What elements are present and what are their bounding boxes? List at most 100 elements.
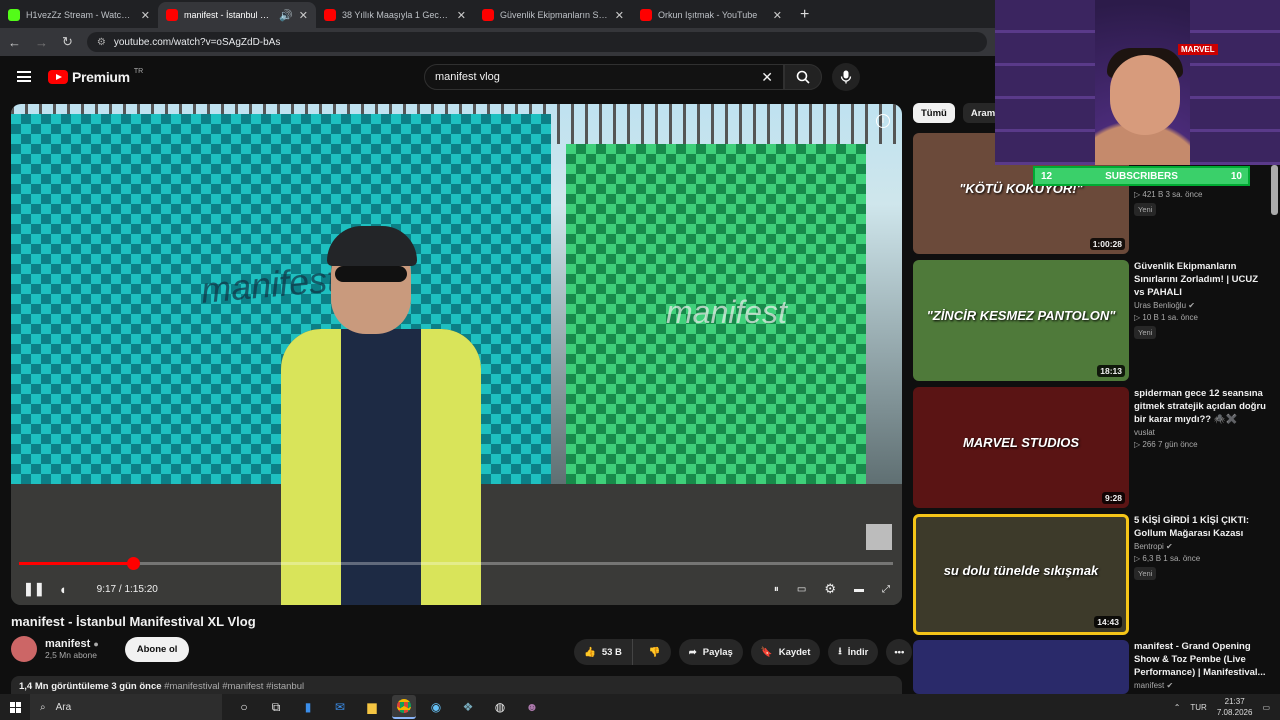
- sub-goal-target: 10: [1230, 170, 1242, 182]
- youtube-premium-logo[interactable]: Premium TR: [48, 68, 143, 85]
- app-icon[interactable]: ❖: [456, 695, 480, 719]
- tray-expand-icon[interactable]: ⌃: [1174, 703, 1181, 712]
- clear-search-icon[interactable]: ✕: [761, 69, 773, 86]
- discord-icon[interactable]: ☻: [520, 695, 544, 719]
- recommendation-info: spiderman gece 12 seansına gitmek strate…: [1134, 387, 1269, 449]
- browser-tab[interactable]: 38 Yıllık Maaşıyla 1 Gece Lüks O ✕: [316, 2, 474, 28]
- taskbar-search-label: Ara: [55, 701, 72, 713]
- channel-watermark[interactable]: [866, 524, 892, 550]
- recommendation-card[interactable]: MARVEL STUDIOS 9:28 spiderman gece 12 sean…: [913, 387, 1273, 508]
- chrome-icon[interactable]: [392, 695, 416, 719]
- browser-tab[interactable]: Güvenlik Ekipmanların Sınırların ✕: [474, 2, 632, 28]
- tab-close-icon[interactable]: ✕: [615, 9, 624, 22]
- save-button[interactable]: 🔖 Kaydet: [750, 639, 821, 665]
- site-info-icon[interactable]: ⚙: [97, 37, 106, 48]
- language-indicator[interactable]: TUR: [1190, 703, 1206, 712]
- video-thumbnail[interactable]: MARVEL STUDIOS 9:28: [913, 387, 1129, 508]
- video-player[interactable]: manifest manifest i ❚❚ ◖ 9:17 / 1:15:20 …: [11, 104, 902, 605]
- volume-icon[interactable]: ◖: [59, 582, 67, 597]
- subtitles-icon[interactable]: ▭: [797, 584, 806, 595]
- recommendation-card[interactable]: su dolu tünelde sıkışmak 14:43 5 KİŞİ GİRD…: [913, 514, 1273, 635]
- recommendation-title[interactable]: spiderman gece 12 seansına gitmek strate…: [1134, 387, 1269, 426]
- like-button[interactable]: 👍 53 B: [574, 639, 633, 665]
- progress-fill: [19, 562, 134, 565]
- autoplay-toggle-icon[interactable]: ⏸: [774, 584, 779, 595]
- video-duration: 1:00:28: [1089, 238, 1125, 250]
- video-thumbnail[interactable]: "ZİNCİR KESMEZ PANTOLON" 18:13: [913, 260, 1129, 381]
- tab-close-icon[interactable]: ✕: [457, 9, 466, 22]
- cortana-icon[interactable]: ○: [232, 695, 256, 719]
- tab-close-icon[interactable]: ✕: [299, 9, 308, 22]
- dislike-button[interactable]: 👎: [639, 647, 671, 658]
- video-thumbnail[interactable]: [913, 640, 1129, 694]
- new-tab-button[interactable]: +: [790, 2, 819, 28]
- streamer-face: [1110, 55, 1180, 135]
- browser-tab[interactable]: H1vezZz Stream - Watch Live o ✕: [0, 2, 158, 28]
- url-field[interactable]: ⚙ youtube.com/watch?v=oSAgZdD-bAs: [86, 32, 987, 52]
- notification-icon[interactable]: ▭: [1262, 703, 1270, 712]
- subscriber-count: 2,5 Mn abone: [45, 650, 97, 660]
- settings-gear-icon[interactable]: ⚙: [824, 581, 836, 597]
- recommendation-info: manifest - Grand Opening Show & Toz Pemb…: [1134, 640, 1269, 690]
- search-button[interactable]: [784, 64, 822, 90]
- forward-arrow-icon[interactable]: →: [35, 35, 48, 50]
- reload-icon[interactable]: ↻: [62, 34, 73, 50]
- recommendation-info: Güvenlik Ekipmanların Sınırlarını Zorlad…: [1134, 260, 1269, 340]
- download-button[interactable]: ⭳ İndir: [828, 639, 879, 665]
- recommendation-card[interactable]: "ZİNCİR KESMEZ PANTOLON" 18:13 Güvenlik Ek…: [913, 260, 1273, 381]
- theater-mode-icon[interactable]: ▬: [854, 584, 864, 595]
- more-actions-button[interactable]: •••: [886, 639, 913, 665]
- microphone-icon: [840, 70, 852, 84]
- task-view-icon[interactable]: ⧉: [264, 695, 288, 719]
- screen-logo-text: manifest: [666, 294, 787, 330]
- info-icon[interactable]: i: [876, 114, 890, 128]
- recommendation-card[interactable]: manifest - Grand Opening Show & Toz Pemb…: [913, 640, 1273, 694]
- tab-close-icon[interactable]: ✕: [141, 9, 150, 22]
- youtube-play-icon: [48, 70, 68, 84]
- hamburger-menu-icon[interactable]: [17, 71, 31, 82]
- taskbar-search[interactable]: ⌕ Ara: [30, 694, 222, 720]
- subscribe-button[interactable]: Abone ol: [124, 636, 190, 662]
- hashtags[interactable]: #manifestival #manifest #istanbul: [164, 681, 304, 692]
- channel-name[interactable]: manifest ●: [45, 638, 99, 650]
- start-button[interactable]: [0, 694, 30, 720]
- recommendation-title[interactable]: 5 KİŞİ GİRDİ 1 KİŞİ ÇIKTI: Gollum Mağara…: [1134, 514, 1269, 540]
- voice-search-button[interactable]: [832, 63, 860, 91]
- channel-avatar[interactable]: [11, 636, 37, 662]
- youtube-favicon-icon: [166, 9, 178, 21]
- search-input[interactable]: manifest vlog ✕: [424, 64, 784, 90]
- description-box[interactable]: 1,4 Mn görüntüleme 3 gün önce #manifesti…: [11, 676, 902, 696]
- file-explorer-icon[interactable]: ▆: [360, 695, 384, 719]
- taskbar-apps: ○ ⧉ ▮ ✉ ▆ ◉ ❖ ◍ ☻: [232, 695, 544, 719]
- mail-icon[interactable]: ✉: [328, 695, 352, 719]
- video-duration: 18:13: [1097, 365, 1125, 377]
- tab-title: manifest - İstanbul Manifes: [184, 10, 273, 20]
- speaker-icon[interactable]: 🔊: [279, 9, 293, 22]
- recommendation-meta: ▷ 421 B 3 sa. önce: [1134, 190, 1203, 199]
- player-controls: ❚❚ ◖ 9:17 / 1:15:20 ⏸ ▭ ⚙ ▬ ⤢: [11, 574, 902, 604]
- recommendation-title[interactable]: Güvenlik Ekipmanların Sınırlarını Zorlad…: [1134, 260, 1269, 299]
- chip-all[interactable]: Tümü: [913, 103, 955, 123]
- app-icon[interactable]: ▮: [296, 695, 320, 719]
- recommendation-channel[interactable]: vuslat: [1134, 428, 1269, 437]
- video-presenter: [261, 214, 551, 605]
- obs-icon[interactable]: ◍: [488, 695, 512, 719]
- progress-bar[interactable]: [19, 557, 893, 570]
- new-badge: Yeni: [1134, 326, 1157, 339]
- steam-icon[interactable]: ◉: [424, 695, 448, 719]
- sidebar-scrollbar[interactable]: [1271, 165, 1278, 215]
- back-arrow-icon[interactable]: ←: [8, 35, 21, 50]
- browser-tab[interactable]: Orkun Işıtmak - YouTube ✕: [632, 2, 790, 28]
- recommendation-channel[interactable]: manifest ✔: [1134, 681, 1269, 690]
- share-button[interactable]: ➦ Paylaş: [678, 639, 743, 665]
- tab-title: H1vezZz Stream - Watch Live o: [26, 10, 135, 20]
- tab-close-icon[interactable]: ✕: [773, 9, 782, 22]
- clock[interactable]: 21:37 7.08.2026: [1217, 696, 1253, 718]
- fullscreen-icon[interactable]: ⤢: [882, 584, 890, 595]
- browser-tab-active[interactable]: manifest - İstanbul Manifes 🔊 ✕: [158, 2, 316, 28]
- recommendation-title[interactable]: manifest - Grand Opening Show & Toz Pemb…: [1134, 640, 1269, 679]
- recommendation-channel[interactable]: Uras Benlioğlu ✔: [1134, 301, 1269, 310]
- recommendation-channel[interactable]: Bentropi ✔: [1134, 542, 1269, 551]
- pause-icon[interactable]: ❚❚: [23, 581, 45, 597]
- video-thumbnail[interactable]: su dolu tünelde sıkışmak 14:43: [913, 514, 1129, 635]
